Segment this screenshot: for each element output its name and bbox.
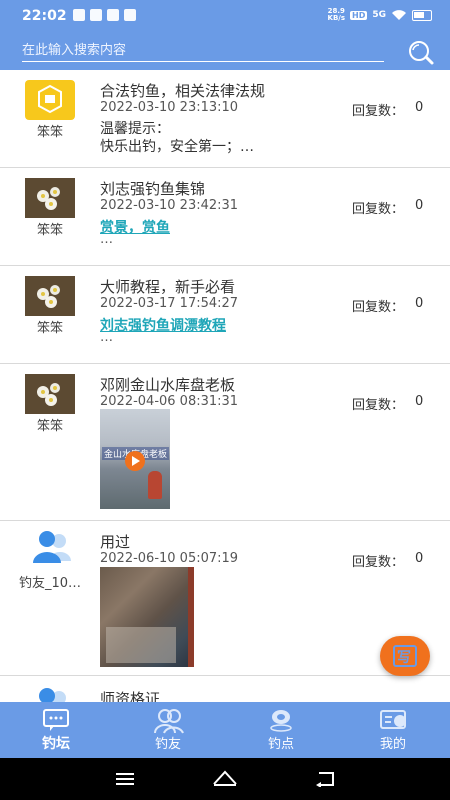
tab-friends[interactable]: 钓友 bbox=[112, 702, 224, 758]
chat-icon bbox=[43, 709, 69, 731]
post-title: 刘志强钓鱼集锦 bbox=[100, 180, 206, 198]
search-button[interactable] bbox=[405, 40, 435, 66]
reply-count: 0 bbox=[415, 100, 424, 115]
floor-shape bbox=[106, 627, 176, 663]
reply-count: 0 bbox=[415, 198, 424, 213]
play-icon bbox=[125, 451, 145, 471]
location-icon bbox=[270, 710, 292, 732]
system-icons: 28.9 KB/s HD 5G bbox=[328, 8, 432, 22]
post-title: 邓刚金山水库盘老板 bbox=[100, 376, 236, 394]
reply-label: 回复数： bbox=[352, 300, 405, 315]
signal-5g: 5G bbox=[372, 10, 386, 20]
system-nav-bar bbox=[0, 758, 450, 800]
tab-spots[interactable]: 钓点 bbox=[225, 702, 337, 758]
author-avatar[interactable] bbox=[25, 276, 75, 316]
reply-count: 0 bbox=[415, 296, 424, 311]
flower-photo-icon bbox=[25, 178, 75, 218]
post-date: 2022-03-17 17:54:27 bbox=[100, 296, 239, 311]
reply-count: 0 bbox=[415, 394, 424, 409]
bottom-tab-bar: 钓坛 钓友 钓点 我的 bbox=[0, 702, 450, 758]
tab-label: 钓坛 bbox=[42, 736, 70, 752]
post-item[interactable]: 笨笨 合法钓鱼，相关法律法规 2022-03-10 23:13:10 回复数： … bbox=[0, 70, 450, 168]
post-item[interactable]: 师资格证 bbox=[0, 676, 450, 702]
post-title: 用过 bbox=[100, 533, 131, 551]
search-input[interactable] bbox=[22, 40, 384, 62]
net-speed: 28.9 KB/s bbox=[327, 7, 345, 22]
reply-label: 回复数： bbox=[352, 555, 405, 570]
notification-icons bbox=[73, 9, 136, 21]
author-avatar[interactable] bbox=[25, 684, 75, 702]
reply-label: 回复数： bbox=[352, 398, 405, 413]
post-date: 2022-04-06 08:31:31 bbox=[100, 394, 239, 409]
post-link[interactable]: 刘志强钓鱼调漂教程 bbox=[100, 315, 226, 335]
author-name: 笨笨 bbox=[36, 321, 63, 336]
tab-label: 我的 bbox=[379, 737, 406, 752]
menu-icon[interactable] bbox=[115, 771, 135, 787]
author-avatar[interactable] bbox=[25, 374, 75, 414]
write-post-button[interactable]: 写 bbox=[380, 636, 430, 676]
post-ellipsis: … bbox=[100, 330, 113, 345]
post-ellipsis: … bbox=[100, 232, 113, 247]
app-header: 22:02 28.9 KB/s HD 5G bbox=[0, 0, 450, 70]
post-date: 2022-03-10 23:42:31 bbox=[100, 198, 239, 213]
default-user-icon bbox=[39, 688, 66, 702]
friends-icon bbox=[154, 709, 184, 734]
tab-forum[interactable]: 钓坛 bbox=[0, 702, 112, 758]
notification-icon bbox=[73, 9, 85, 21]
profile-card-icon bbox=[380, 710, 406, 729]
home-icon[interactable] bbox=[212, 769, 238, 787]
post-excerpt-line: 快乐出钓，安全第一；… bbox=[100, 139, 254, 155]
flower-photo-icon bbox=[25, 374, 75, 414]
wifi-icon bbox=[392, 10, 406, 20]
mail-icon bbox=[124, 9, 136, 21]
post-title: 合法钓鱼，相关法律法规 bbox=[100, 82, 266, 100]
post-image[interactable] bbox=[100, 567, 194, 667]
reply-count: 0 bbox=[415, 551, 424, 566]
logo-avatar-icon bbox=[38, 84, 62, 114]
reply-label: 回复数： bbox=[352, 104, 405, 119]
tab-label: 钓点 bbox=[267, 737, 294, 752]
tab-profile[interactable]: 我的 bbox=[337, 702, 449, 758]
post-list[interactable]: 笨笨 合法钓鱼，相关法律法规 2022-03-10 23:13:10 回复数： … bbox=[0, 70, 450, 702]
post-excerpt-line: 温馨提示： bbox=[100, 121, 170, 137]
author-avatar[interactable] bbox=[25, 178, 75, 218]
write-label: 写 bbox=[397, 650, 411, 666]
status-bar: 22:02 28.9 KB/s HD 5G bbox=[0, 0, 450, 32]
back-icon[interactable] bbox=[315, 771, 337, 787]
author-name: 笨笨 bbox=[36, 419, 63, 434]
video-thumbnail[interactable]: 金山水库盘老板 bbox=[100, 409, 170, 509]
reply-label: 回复数： bbox=[352, 202, 405, 217]
battery-icon bbox=[412, 9, 432, 21]
search-icon bbox=[409, 41, 434, 65]
status-time: 22:02 bbox=[22, 8, 67, 24]
tiktok-icon bbox=[90, 9, 102, 21]
post-date: 2022-03-10 23:13:10 bbox=[100, 100, 239, 115]
tab-label: 钓友 bbox=[154, 737, 181, 752]
post-title: 大师教程，新手必看 bbox=[100, 278, 236, 296]
person-shape bbox=[148, 471, 162, 499]
post-date: 2022-06-10 05:07:19 bbox=[100, 551, 239, 566]
author-name: 笨笨 bbox=[36, 125, 63, 140]
post-title: 师资格证 bbox=[100, 690, 161, 702]
author-name: 钓友_10… bbox=[18, 576, 82, 591]
author-avatar[interactable] bbox=[25, 527, 75, 567]
post-item[interactable]: 笨笨 邓刚金山水库盘老板 2022-04-06 08:31:31 回复数： 0 … bbox=[0, 364, 450, 521]
post-item[interactable]: 笨笨 刘志强钓鱼集锦 2022-03-10 23:42:31 回复数： 0 赏景… bbox=[0, 168, 450, 266]
post-item[interactable]: 笨笨 大师教程，新手必看 2022-03-17 17:54:27 回复数： 0 … bbox=[0, 266, 450, 364]
hd-badge: HD bbox=[350, 10, 368, 20]
usb-icon bbox=[107, 9, 119, 21]
default-user-icon bbox=[33, 531, 71, 563]
author-name: 笨笨 bbox=[36, 223, 63, 238]
author-avatar[interactable] bbox=[25, 80, 75, 120]
flower-photo-icon bbox=[25, 276, 75, 316]
